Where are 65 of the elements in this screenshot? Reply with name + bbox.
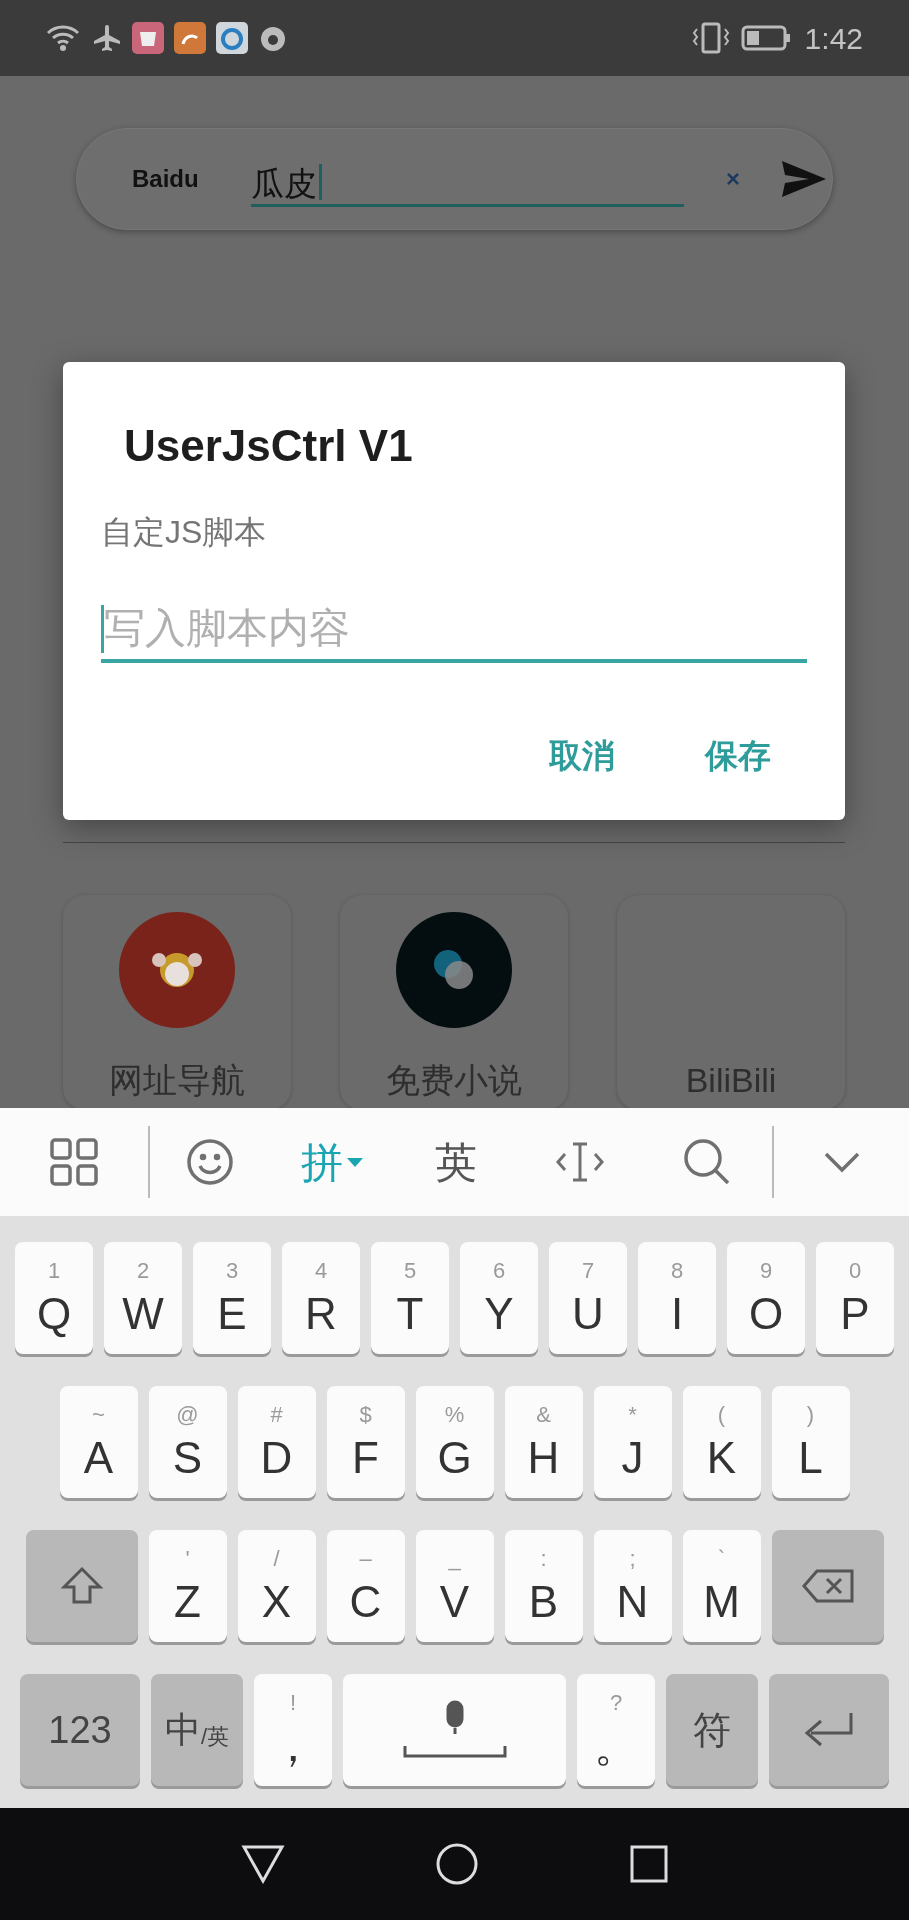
- collapse-icon[interactable]: [823, 1151, 860, 1173]
- figure-icon: [119, 912, 235, 1028]
- dialog-title: UserJsCtrl V1: [124, 424, 414, 468]
- keyboard-key[interactable]: 9 O: [727, 1242, 805, 1354]
- keyboard-key[interactable]: @ S: [148, 1386, 227, 1498]
- keyboard-key[interactable]: – C: [326, 1530, 405, 1642]
- cursor-icon[interactable]: [555, 1140, 605, 1184]
- keyboard-key[interactable]: 0 P: [816, 1242, 894, 1354]
- backspace-icon: [800, 1568, 855, 1604]
- shift-icon: [60, 1566, 103, 1606]
- emoji-icon[interactable]: [186, 1138, 234, 1186]
- app-icon: [132, 22, 164, 54]
- keyboard-key[interactable]: [771, 1530, 884, 1642]
- battery-icon: [740, 25, 791, 51]
- search-engine-label[interactable]: Baidu: [132, 161, 251, 197]
- keyboard-key[interactable]: / X: [237, 1530, 316, 1642]
- app-icon: [174, 22, 206, 54]
- keyboard-key[interactable]: 3 E: [193, 1242, 271, 1354]
- keyboard-key[interactable]: ' Z: [148, 1530, 227, 1642]
- keyboard-key[interactable]: ) L: [771, 1386, 850, 1498]
- shortcut-label: 免费小说: [386, 1063, 522, 1097]
- keyboard-key[interactable]: 4 R: [282, 1242, 360, 1354]
- search-text: 瓜皮: [251, 167, 317, 200]
- keyboard-key[interactable]: 符: [666, 1674, 758, 1786]
- send-icon[interactable]: [780, 159, 828, 199]
- search-input[interactable]: 瓜皮: [251, 151, 684, 207]
- shortcut-label: 网址导航: [109, 1063, 245, 1097]
- keyboard-key[interactable]: ` M: [682, 1530, 761, 1642]
- keyboard-key[interactable]: ( K: [682, 1386, 761, 1498]
- keyboard-key[interactable]: 8 I: [638, 1242, 716, 1354]
- keyboard-key[interactable]: _ V: [415, 1530, 494, 1642]
- keyboard-key[interactable]: ? 。: [577, 1674, 655, 1786]
- status-time: 1:42: [804, 20, 863, 57]
- keyboard-key[interactable]: # D: [237, 1386, 316, 1498]
- wifi-icon: [46, 24, 82, 52]
- keyboard-key[interactable]: ~ A: [59, 1386, 138, 1498]
- keyboard-key[interactable]: 1 Q: [15, 1242, 93, 1354]
- back-icon[interactable]: [240, 1844, 285, 1884]
- keyboard-key[interactable]: ! ，: [254, 1674, 332, 1786]
- keyboard-key[interactable]: 中/英: [151, 1674, 243, 1786]
- app-icon: [216, 22, 248, 54]
- grid-icon[interactable]: [50, 1138, 98, 1186]
- keyboard-key[interactable]: * J: [593, 1386, 672, 1498]
- keyboard-key[interactable]: : B: [504, 1530, 583, 1642]
- keyboard-key[interactable]: % G: [415, 1386, 494, 1498]
- keyboard-key[interactable]: $ F: [326, 1386, 405, 1498]
- airplane-icon: [92, 23, 122, 53]
- circles-icon: [396, 912, 512, 1028]
- input-placeholder: 写入脚本内容: [104, 608, 350, 649]
- microphone-icon: [402, 1700, 507, 1760]
- keyboard-key[interactable]: 123: [20, 1674, 140, 1786]
- recents-icon[interactable]: [628, 1844, 669, 1884]
- search-icon[interactable]: [682, 1137, 732, 1187]
- keyboard-key[interactable]: [343, 1674, 566, 1786]
- shortcut-label: BiliBili: [685, 1063, 777, 1097]
- input-mode-tab[interactable]: 英: [394, 1122, 518, 1202]
- dialog-subtitle: 自定JS脚本: [101, 516, 268, 548]
- vibrate-icon: [690, 21, 731, 55]
- keyboard-key[interactable]: 7 U: [549, 1242, 627, 1354]
- keyboard-key[interactable]: & H: [504, 1386, 583, 1498]
- keyboard-key[interactable]: 2 W: [104, 1242, 182, 1354]
- keyboard-key[interactable]: 5 T: [371, 1242, 449, 1354]
- keyboard-key[interactable]: ; N: [593, 1530, 672, 1642]
- home-icon[interactable]: [434, 1842, 479, 1886]
- keyboard-key[interactable]: 6 Y: [460, 1242, 538, 1354]
